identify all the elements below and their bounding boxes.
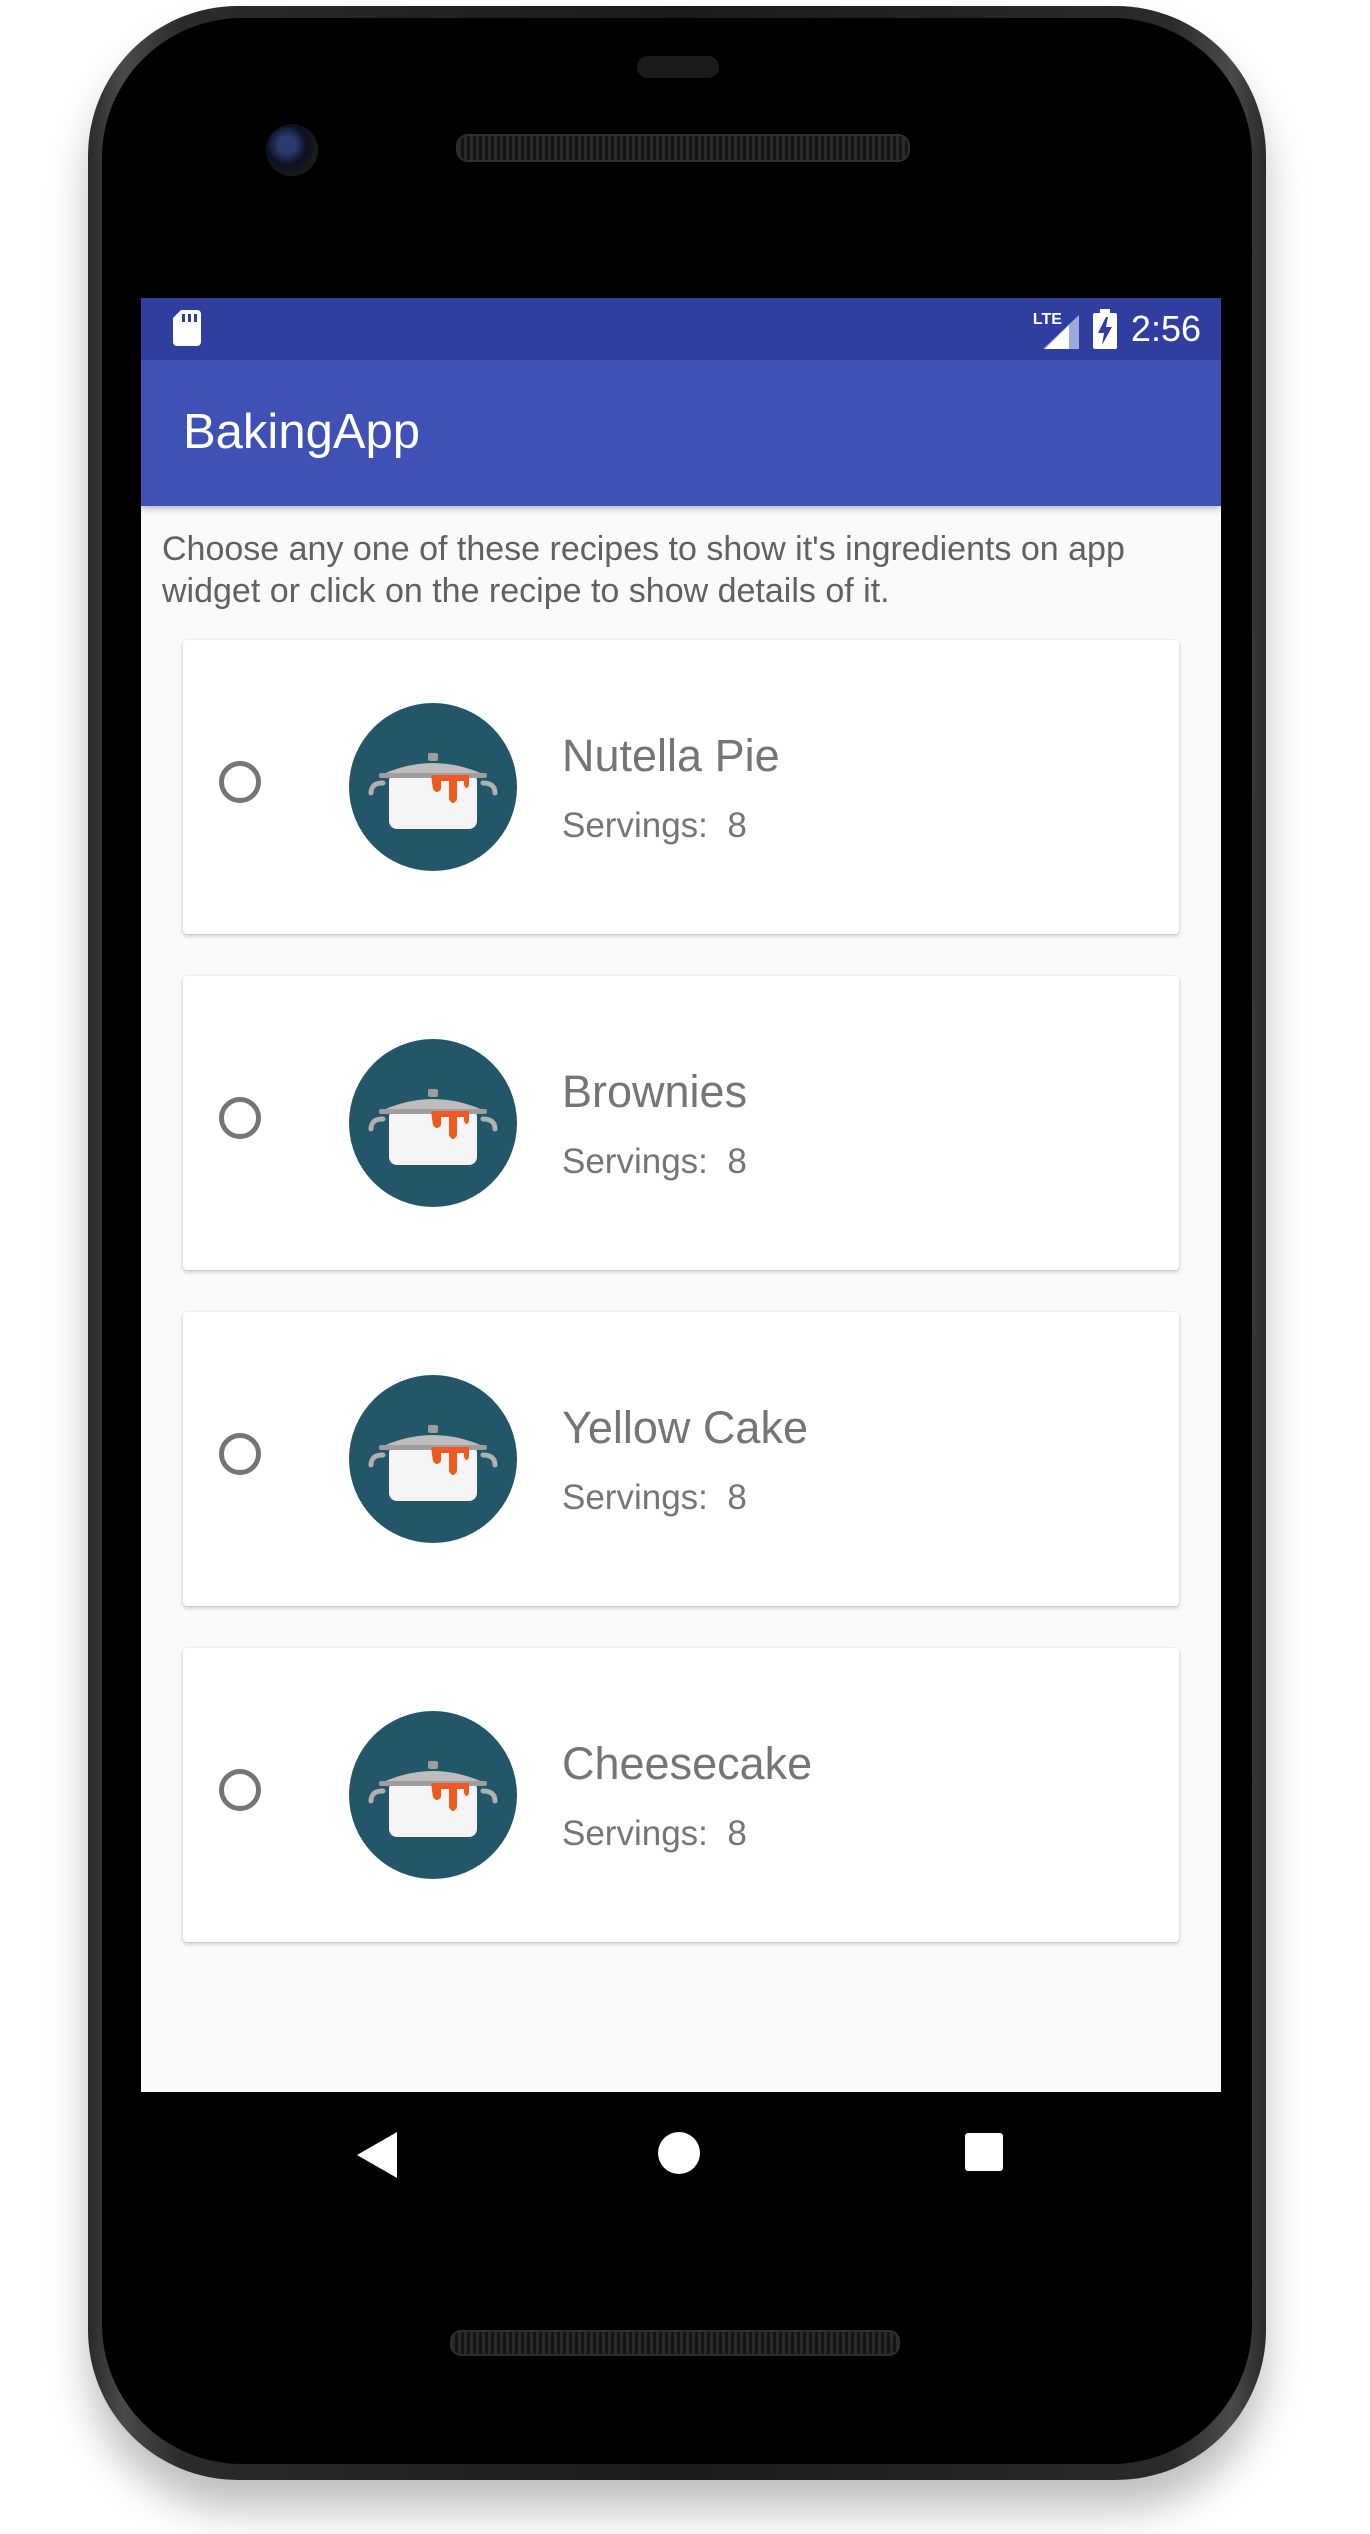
signal-strength-icon xyxy=(1042,315,1079,349)
screen: LTE 2:56 BakingApp Choose any one of the… xyxy=(141,298,1221,2092)
recipe-radio-button[interactable] xyxy=(219,761,261,803)
recipe-name: Cheesecake xyxy=(562,1738,813,1789)
front-camera xyxy=(266,124,318,176)
back-triangle-icon[interactable] xyxy=(357,2132,399,2178)
recipe-servings: Servings: 8 xyxy=(562,1814,747,1853)
recipe-card[interactable]: Cheesecake Servings: 8 xyxy=(183,1648,1179,1942)
cooking-pot-icon xyxy=(349,703,517,871)
recipe-card[interactable]: Nutella Pie Servings: 8 xyxy=(183,640,1179,934)
recents-square-icon[interactable] xyxy=(965,2133,1003,2171)
signal-icon: LTE xyxy=(1033,309,1079,349)
recipe-radio-button[interactable] xyxy=(219,1769,261,1811)
instruction-text: Choose any one of these recipes to show … xyxy=(162,530,1125,610)
recipe-radio-button[interactable] xyxy=(219,1433,261,1475)
clock: 2:56 xyxy=(1130,308,1201,349)
recipe-servings: Servings: 8 xyxy=(562,1478,747,1517)
battery-charging-icon xyxy=(1092,309,1117,349)
recipe-card[interactable]: Brownies Servings: 8 xyxy=(183,976,1179,1270)
home-circle-icon[interactable] xyxy=(658,2132,700,2174)
recipe-name: Yellow Cake xyxy=(562,1402,808,1453)
bottom-speaker-grille xyxy=(450,2330,900,2356)
recipe-name: Brownies xyxy=(562,1066,748,1117)
recipe-card[interactable]: Yellow Cake Servings: 8 xyxy=(183,1312,1179,1606)
status-bar: LTE 2:56 xyxy=(141,298,1221,360)
top-speaker-grille xyxy=(456,134,910,162)
recipe-radio-button[interactable] xyxy=(219,1097,261,1139)
recipe-servings: Servings: 8 xyxy=(562,806,747,845)
app-bar: BakingApp xyxy=(141,360,1221,506)
cooking-pot-icon xyxy=(349,1375,517,1543)
sd-card-icon xyxy=(173,310,201,346)
earpiece xyxy=(637,56,719,78)
cooking-pot-icon xyxy=(349,1039,517,1207)
recipe-servings: Servings: 8 xyxy=(562,1142,747,1181)
recipe-name: Nutella Pie xyxy=(562,730,780,781)
cooking-pot-icon xyxy=(349,1711,517,1879)
app-title: BakingApp xyxy=(183,405,421,459)
